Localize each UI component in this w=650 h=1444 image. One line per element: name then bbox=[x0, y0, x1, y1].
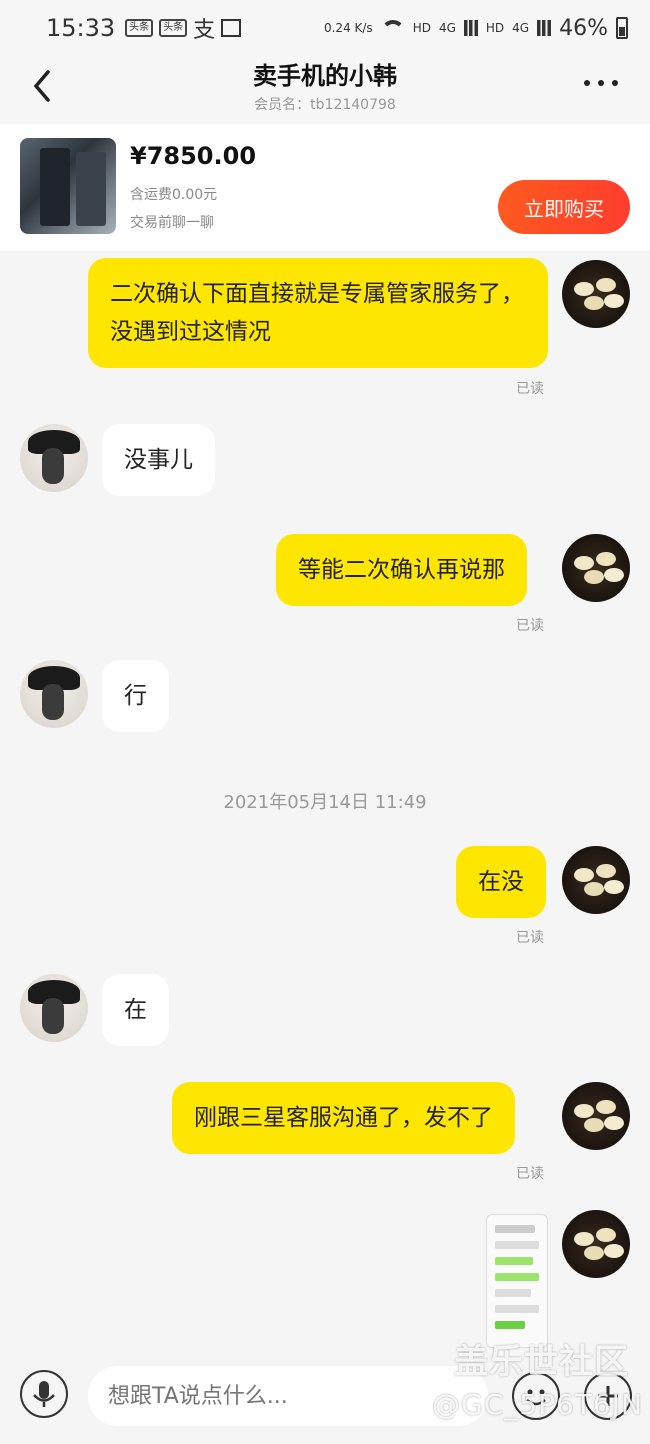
status-bar: 15:33 头条 头条 支 0.24 K/s HD 4G HD 4G 46% bbox=[0, 0, 650, 56]
message-text: 在 bbox=[124, 997, 147, 1023]
my-avatar[interactable] bbox=[562, 534, 630, 602]
read-receipt: 已读 bbox=[516, 618, 544, 634]
message-text: 行 bbox=[124, 683, 147, 709]
my-avatar[interactable] bbox=[562, 1210, 630, 1278]
watermark-site: 盖乐世社区 bbox=[454, 1342, 629, 1382]
seller-message-bubble[interactable]: 没事儿 bbox=[102, 424, 215, 496]
message-text: 刚跟三星客服沟通了，发不了 bbox=[194, 1105, 493, 1131]
product-card[interactable]: ¥7850.00 含运费0.00元 交易前聊一聊 立即购买 bbox=[0, 124, 650, 252]
message-text: 在没 bbox=[478, 869, 524, 895]
wifi-icon bbox=[380, 20, 405, 36]
network-label-2: 4G bbox=[438, 21, 456, 35]
product-price: ¥7850.00 bbox=[130, 142, 257, 170]
gallery-icon bbox=[221, 19, 242, 37]
seller-avatar[interactable] bbox=[20, 424, 88, 492]
buy-now-button[interactable]: 立即购买 bbox=[498, 180, 630, 234]
my-message-bubble[interactable]: 在没 bbox=[456, 846, 546, 918]
product-thumbnail[interactable] bbox=[20, 138, 116, 234]
battery-icon bbox=[616, 17, 628, 39]
image-message[interactable] bbox=[486, 1214, 548, 1348]
alipay-icon: 支 bbox=[193, 18, 216, 43]
message-timestamp: 2021年05月14日 11:49 bbox=[223, 792, 427, 813]
message-text: 等能二次确认再说那 bbox=[298, 557, 505, 583]
toutiao-icon: 头条 bbox=[125, 19, 154, 37]
read-receipt: 已读 bbox=[516, 1166, 544, 1182]
status-time: 15:33 bbox=[46, 14, 116, 42]
my-message-bubble[interactable]: 刚跟三星客服沟通了，发不了 bbox=[172, 1082, 515, 1154]
seller-message-bubble[interactable]: 行 bbox=[102, 660, 169, 732]
chat-note: 交易前聊一聊 bbox=[130, 215, 214, 231]
watermark-user: @GC_5P6T6JN bbox=[432, 1388, 643, 1421]
seller-avatar[interactable] bbox=[20, 660, 88, 728]
message-input[interactable] bbox=[88, 1366, 488, 1426]
network-label-1: HD bbox=[412, 21, 431, 35]
battery-level: 46% bbox=[559, 15, 608, 41]
network-label-4: 4G bbox=[512, 21, 530, 35]
message-text: 二次确认下面直接就是专属管家服务了，没遇到过这情况 bbox=[110, 281, 524, 345]
network-speed: 0.24 K/s bbox=[323, 21, 373, 35]
my-avatar[interactable] bbox=[562, 1082, 630, 1150]
mic-icon[interactable] bbox=[20, 1370, 68, 1418]
message-text: 没事儿 bbox=[124, 447, 193, 473]
seller-message-bubble[interactable]: 在 bbox=[102, 974, 169, 1046]
network-label-3: HD bbox=[485, 21, 505, 35]
member-id: 会员名：tb12140798 bbox=[254, 97, 396, 113]
read-receipt: 已读 bbox=[516, 930, 544, 946]
my-message-bubble[interactable]: 等能二次确认再说那 bbox=[276, 534, 527, 606]
read-receipt: 已读 bbox=[516, 381, 544, 397]
chat-header: 卖手机的小韩 会员名：tb12140798 bbox=[0, 56, 650, 122]
signal-icon-2 bbox=[537, 20, 552, 36]
signal-icon bbox=[463, 20, 478, 36]
my-avatar[interactable] bbox=[562, 260, 630, 328]
more-icon[interactable] bbox=[584, 72, 624, 92]
page-title: 卖手机的小韩 bbox=[253, 62, 397, 90]
my-avatar[interactable] bbox=[562, 846, 630, 914]
seller-avatar[interactable] bbox=[20, 974, 88, 1042]
shipping-fee: 含运费0.00元 bbox=[130, 187, 218, 203]
my-message-bubble[interactable]: 二次确认下面直接就是专属管家服务了，没遇到过这情况 bbox=[88, 258, 548, 368]
toutiao-icon: 头条 bbox=[159, 19, 188, 37]
